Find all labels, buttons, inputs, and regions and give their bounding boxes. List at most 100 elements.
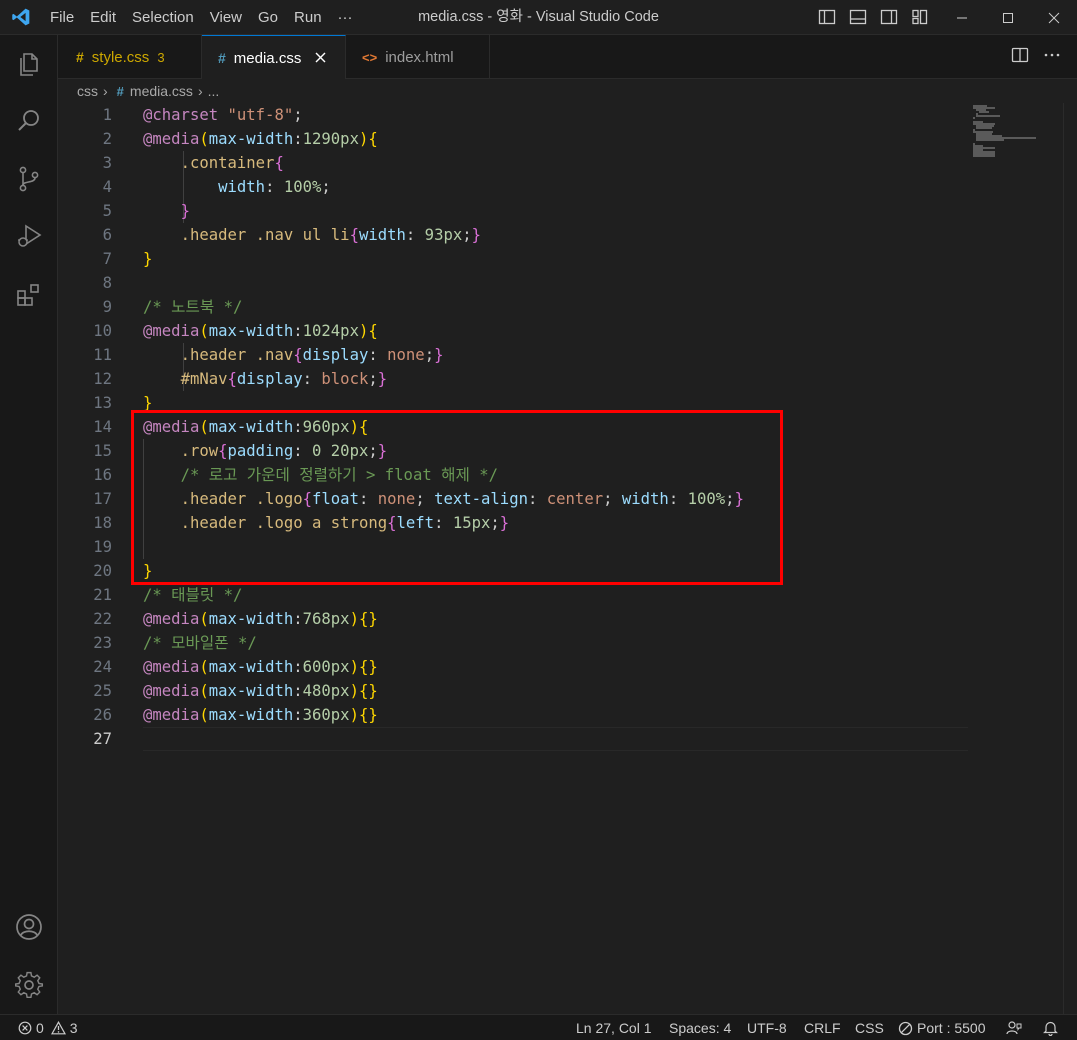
code-token: max-width — [208, 658, 294, 676]
code-token: .container — [180, 154, 275, 172]
language-mode[interactable]: CSS — [855, 1015, 884, 1040]
search-icon[interactable] — [0, 97, 58, 145]
close-tab-icon[interactable] — [315, 50, 326, 67]
error-count: 0 — [36, 1020, 44, 1036]
code-token: ; — [462, 226, 472, 244]
code-token: } — [180, 202, 190, 220]
vertical-scrollbar[interactable] — [1063, 103, 1077, 1014]
minimap[interactable] — [971, 103, 1061, 163]
code-token: @media — [143, 322, 200, 340]
vscode-logo-icon[interactable] — [0, 0, 42, 35]
window-controls — [939, 0, 1077, 35]
activity-bar — [0, 35, 58, 1014]
line-number: 10 — [93, 322, 112, 340]
line-number: 17 — [93, 490, 112, 508]
line-number: 9 — [102, 298, 112, 316]
warning-icon — [50, 1021, 66, 1035]
layout-controls — [818, 8, 929, 26]
code-token: @media — [143, 130, 200, 148]
more-actions-icon[interactable] — [1043, 46, 1061, 64]
line-number: 12 — [93, 370, 112, 388]
line-number: 11 — [93, 346, 112, 364]
code-token: .header — [180, 226, 247, 244]
code-token: max-width — [208, 322, 294, 340]
code-line: 1 @charset "utf-8"; — [58, 103, 968, 127]
editor-tabs: # style.css 3 # media.css <> index.html — [58, 35, 1077, 80]
code-token: : — [293, 682, 303, 700]
code-editor[interactable]: 1 @charset "utf-8"; 2 @media(max-width:129… — [58, 103, 1077, 1014]
code-token: ) — [349, 610, 359, 628]
live-server-port[interactable]: Port : 5500 — [898, 1015, 986, 1040]
code-line: 24 @media(max-width:600px){} — [58, 655, 968, 679]
code-token: max-width — [208, 610, 294, 628]
code-token: ( — [199, 130, 209, 148]
tab-label: index.html — [385, 48, 454, 66]
extensions-icon[interactable] — [0, 271, 58, 319]
menu-go[interactable]: Go — [250, 0, 286, 35]
encoding-setting[interactable]: UTF-8 — [747, 1015, 787, 1040]
toggle-panel-icon[interactable] — [849, 8, 867, 26]
toggle-secondary-sidebar-icon[interactable] — [880, 8, 898, 26]
breadcrumb-file[interactable]: media.css — [130, 83, 193, 99]
code-token: none — [377, 346, 425, 364]
code-line: 25 @media(max-width:480px){} — [58, 679, 968, 703]
tab-index-html[interactable]: <> index.html — [346, 35, 490, 79]
minimap-line — [973, 117, 975, 119]
css-hash-icon: # — [218, 50, 226, 66]
maximize-button[interactable] — [985, 0, 1031, 35]
toggle-primary-sidebar-icon[interactable] — [818, 8, 836, 26]
manage-gear-icon[interactable] — [0, 961, 58, 1009]
minimize-button[interactable] — [939, 0, 985, 35]
menu-more[interactable]: ··· — [330, 0, 361, 35]
code-text: .container{ — [143, 151, 284, 175]
code-line: 4 width: 100%; — [58, 175, 968, 199]
line-number: 2 — [102, 130, 112, 148]
code-token: ; — [368, 370, 378, 388]
menu-file[interactable]: File — [42, 0, 82, 35]
run-debug-icon[interactable] — [0, 212, 58, 260]
code-text: @charset "utf-8"; — [143, 103, 303, 127]
menu-view[interactable]: View — [202, 0, 250, 35]
code-token: { — [349, 226, 359, 244]
problems-indicator[interactable]: 0 3 — [18, 1015, 78, 1040]
warning-count: 3 — [69, 1020, 78, 1036]
code-token: 1024px — [302, 322, 359, 340]
breadcrumb-folder[interactable]: css — [77, 83, 98, 99]
explorer-icon[interactable] — [0, 41, 58, 89]
html-icon: <> — [362, 49, 378, 65]
source-control-icon[interactable] — [0, 155, 58, 203]
accounts-feedback-icon[interactable] — [1006, 1015, 1022, 1040]
error-icon — [18, 1021, 32, 1035]
menu-selection[interactable]: Selection — [124, 0, 202, 35]
eol-setting[interactable]: CRLF — [804, 1015, 841, 1040]
minimap-line — [976, 139, 1004, 141]
code-line: 5 } — [58, 199, 968, 223]
line-number: 20 — [93, 562, 112, 580]
line-number: 21 — [93, 586, 112, 604]
code-text: @media(max-width:1024px){ — [143, 319, 378, 343]
minimap-line — [973, 155, 995, 157]
breadcrumb-more[interactable]: ... — [208, 83, 220, 99]
code-line: 2 @media(max-width:1290px){ — [58, 127, 968, 151]
notifications-bell-icon[interactable] — [1043, 1015, 1058, 1040]
code-line: 8 — [58, 271, 968, 295]
line-number: 3 — [102, 154, 112, 172]
line-number: 19 — [93, 538, 112, 556]
menu-bar: File Edit Selection View Go Run ··· — [42, 0, 361, 35]
tab-media-css[interactable]: # media.css — [202, 35, 346, 80]
split-editor-icon[interactable] — [1011, 46, 1029, 64]
cursor-position[interactable]: Ln 27, Col 1 — [576, 1015, 652, 1040]
code-token: { — [368, 130, 378, 148]
close-window-button[interactable] — [1031, 0, 1077, 35]
accounts-icon[interactable] — [0, 903, 58, 951]
tab-style-css[interactable]: # style.css 3 — [58, 35, 202, 79]
code-token: 600px — [302, 658, 350, 676]
menu-edit[interactable]: Edit — [82, 0, 124, 35]
line-number: 26 — [93, 706, 112, 724]
editor-actions — [1011, 46, 1061, 64]
code-token: 360px — [302, 706, 350, 724]
indentation-setting[interactable]: Spaces: 4 — [669, 1015, 731, 1040]
code-line: 11 .header .nav{display: none;} — [58, 343, 968, 367]
customize-layout-icon[interactable] — [911, 8, 929, 26]
menu-run[interactable]: Run — [286, 0, 330, 35]
